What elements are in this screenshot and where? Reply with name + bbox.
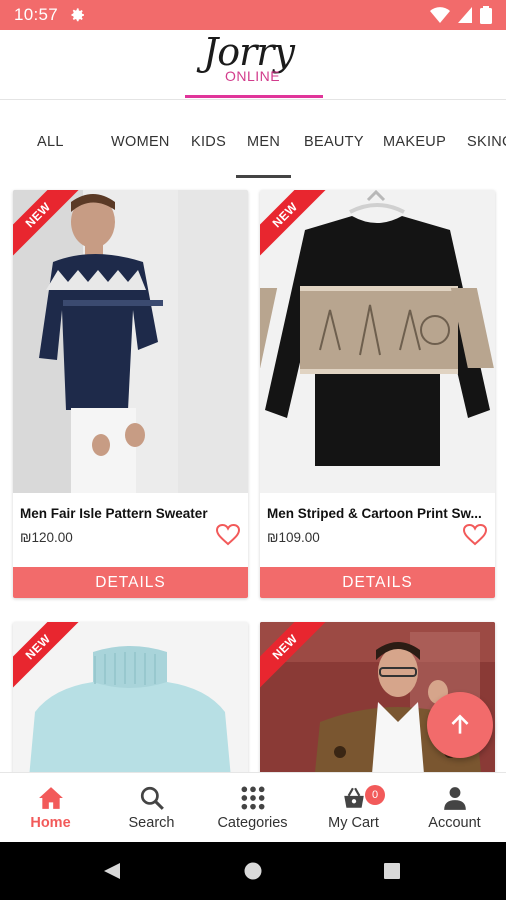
system-navigation-bar (0, 842, 506, 900)
bottom-navigation: Home Search Categories 0 My Cart Account (0, 772, 506, 842)
product-card[interactable]: NEW Men Striped & Cartoon Print Sw... ₪1… (260, 190, 495, 598)
cart-count-badge: 0 (365, 785, 385, 805)
settings-gear-icon (71, 8, 85, 22)
product-image[interactable]: NEW (13, 190, 248, 493)
nav-cart-label: My Cart (328, 815, 379, 831)
system-home-icon[interactable] (244, 862, 262, 880)
nav-search[interactable]: Search (101, 773, 202, 843)
tab-all[interactable]: ALL (37, 134, 64, 150)
nav-home-label: Home (30, 815, 71, 831)
tab-makeup[interactable]: MAKEUP (383, 134, 446, 150)
product-price: ₪120.00 (20, 530, 73, 545)
search-icon (140, 786, 164, 810)
system-recents-icon[interactable] (384, 863, 400, 879)
scroll-to-top-button[interactable] (427, 692, 493, 758)
nav-categories[interactable]: Categories (202, 773, 303, 843)
category-tabs: ALL WOMEN KIDS MEN BEAUTY MAKEUP SKINCAR… (0, 101, 506, 179)
product-price: ₪109.00 (267, 530, 320, 545)
details-button[interactable]: DETAILS (13, 567, 248, 598)
tab-selected-indicator (236, 175, 291, 178)
cart-icon (344, 787, 364, 808)
details-button[interactable]: DETAILS (260, 567, 495, 598)
product-photo-striped-sweater (260, 190, 495, 493)
product-title[interactable]: Men Striped & Cartoon Print Sw... (267, 506, 489, 521)
nav-search-label: Search (128, 815, 175, 831)
status-bar: 10:57 (0, 0, 506, 30)
product-image[interactable]: NEW (13, 622, 248, 772)
app-header: Jorry ONLINE (0, 30, 506, 100)
arrow-up-icon (451, 714, 469, 734)
system-back-icon[interactable] (102, 861, 122, 881)
tab-women[interactable]: WOMEN (111, 134, 170, 150)
home-icon (39, 787, 63, 809)
status-indicators (430, 6, 492, 24)
battery-icon (480, 6, 492, 24)
logo-underline (185, 95, 323, 98)
nav-home[interactable]: Home (0, 773, 101, 843)
product-title[interactable]: Men Fair Isle Pattern Sweater (20, 506, 242, 521)
nav-categories-label: Categories (217, 815, 288, 831)
product-image[interactable]: NEW (260, 190, 495, 493)
favorite-heart-icon[interactable] (216, 524, 240, 546)
nav-account[interactable]: Account (404, 773, 505, 843)
grid-icon (241, 786, 265, 810)
wifi-icon (430, 7, 450, 23)
status-time: 10:57 (14, 5, 59, 24)
tab-skincare[interactable]: SKINCARE (467, 134, 506, 150)
product-card[interactable]: NEW (13, 622, 248, 772)
logo-sub-text: ONLINE (225, 68, 281, 84)
nav-account-label: Account (428, 815, 481, 831)
favorite-heart-icon[interactable] (463, 524, 487, 546)
signal-icon (458, 7, 472, 23)
account-icon (444, 787, 466, 810)
tab-kids[interactable]: KIDS (191, 134, 226, 150)
tab-men[interactable]: MEN (247, 134, 280, 150)
tab-beauty[interactable]: BEAUTY (304, 134, 364, 150)
product-photo-fair-isle-sweater (13, 190, 248, 493)
brand-logo[interactable]: Jorry ONLINE (185, 30, 323, 98)
product-card[interactable]: NEW Men Fair Isle Pattern Sweater ₪120.0… (13, 190, 248, 598)
product-grid: NEW Men Fair Isle Pattern Sweater ₪120.0… (0, 180, 506, 772)
nav-cart[interactable]: 0 My Cart (303, 773, 404, 843)
